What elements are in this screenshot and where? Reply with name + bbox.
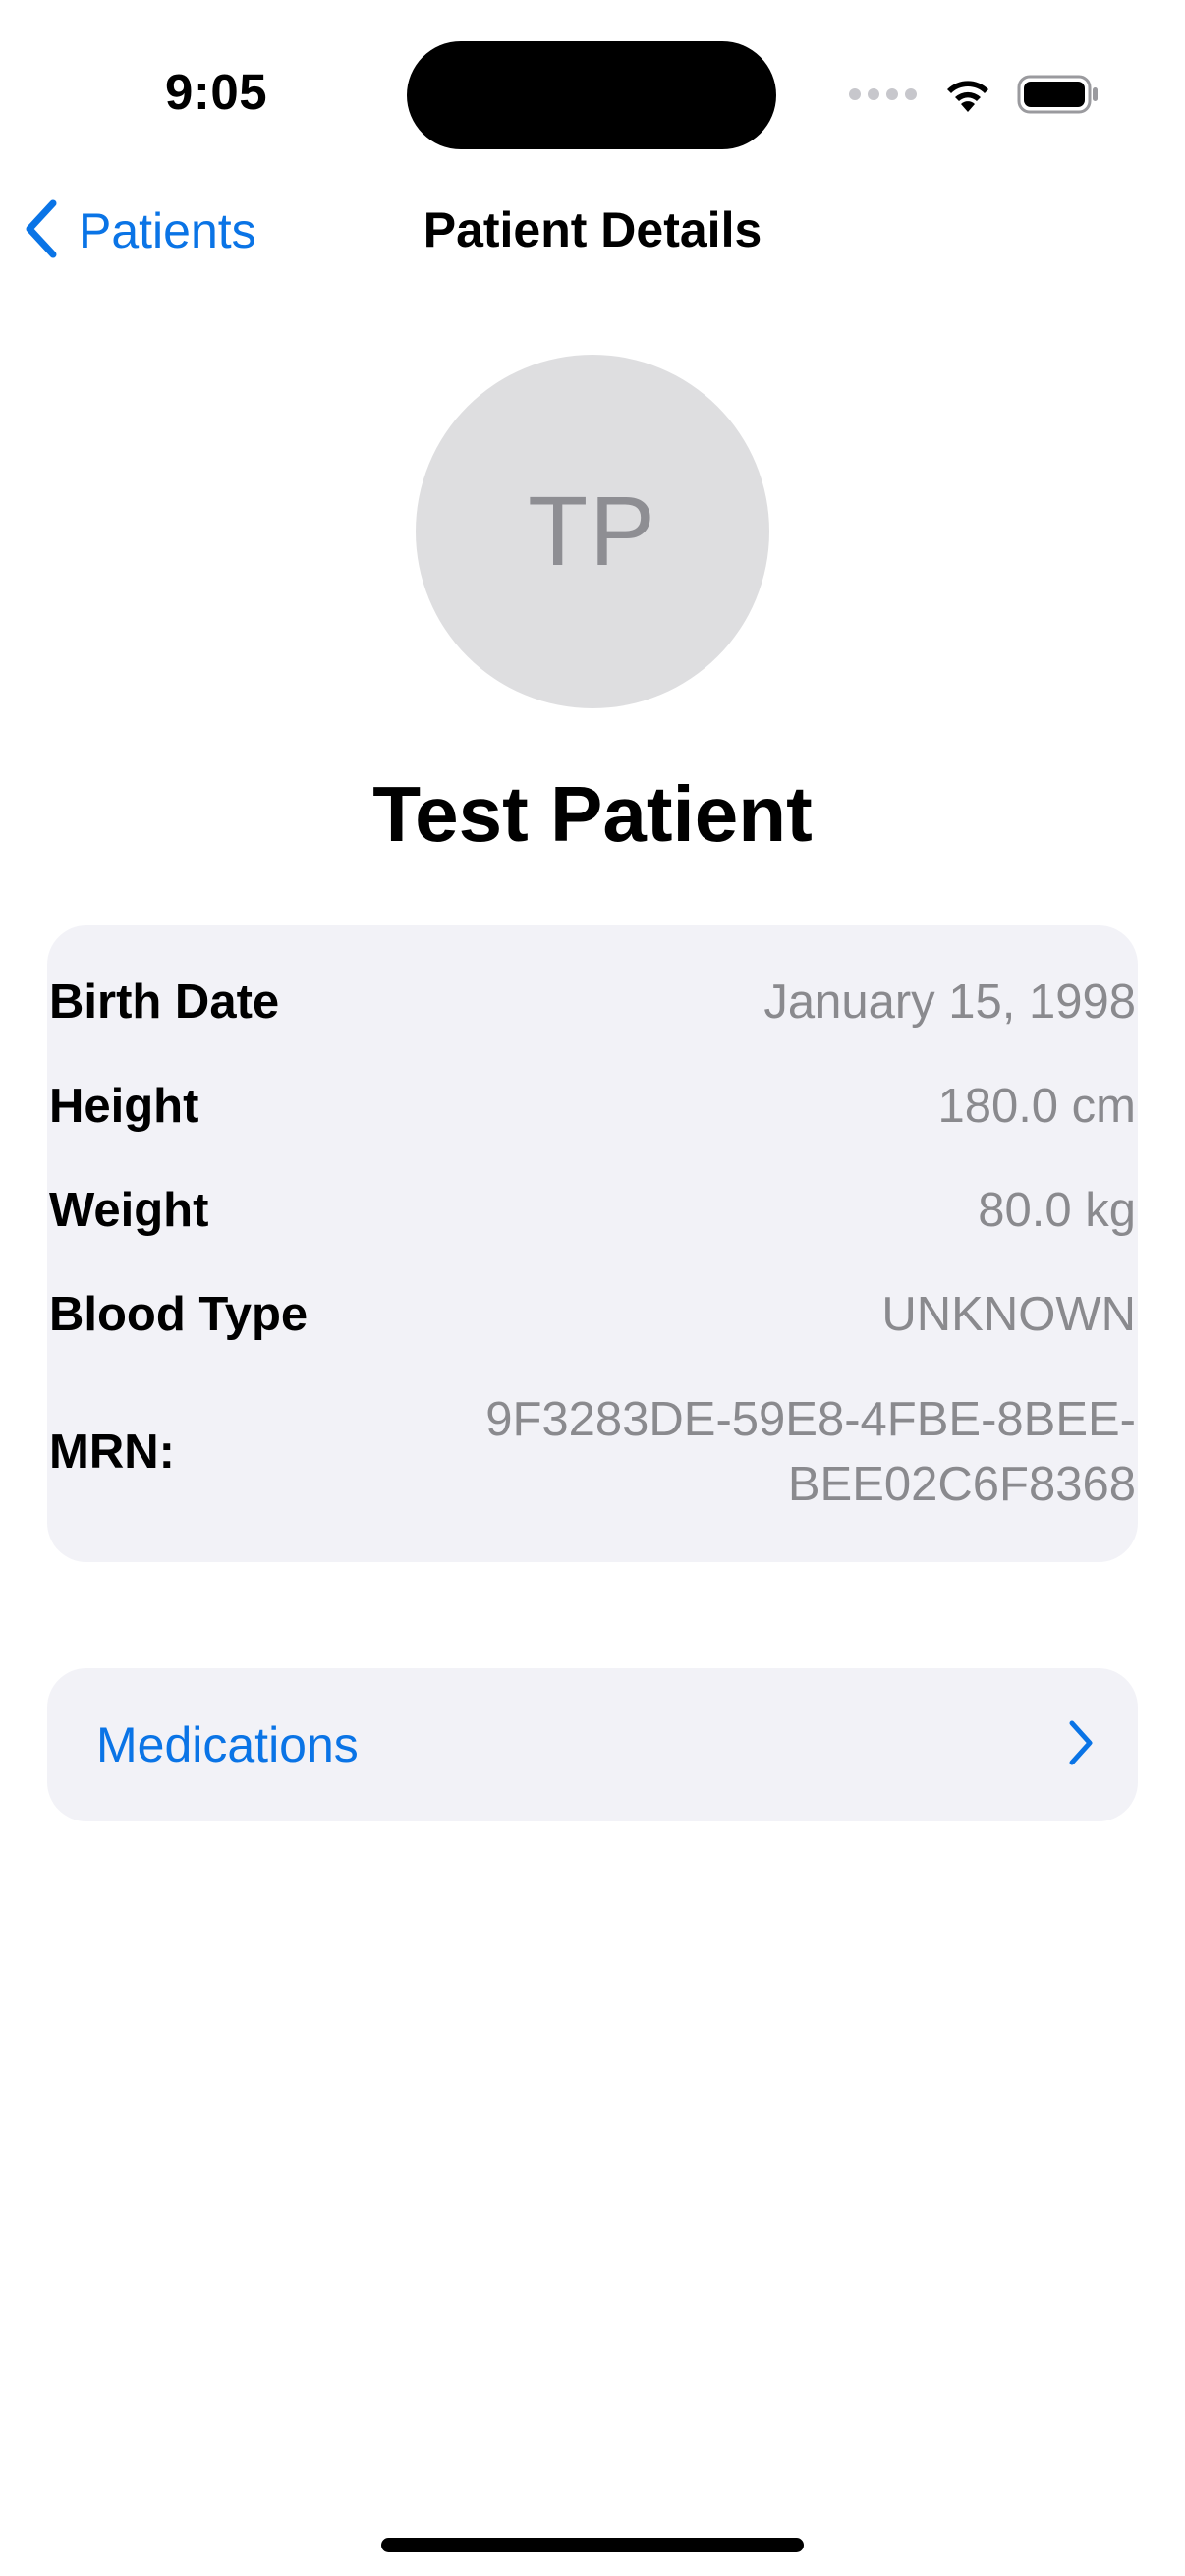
home-indicator[interactable]	[381, 2538, 804, 2552]
height-row: Height 180.0 cm	[49, 1067, 1136, 1146]
chevron-right-icon	[1067, 1719, 1095, 1771]
avatar: TP	[416, 355, 769, 708]
height-value: 180.0 cm	[937, 1080, 1136, 1133]
mrn-value: 9F3283DE-59E8-4FBE-8BEE-BEE02C6F8368	[485, 1393, 1136, 1511]
birth-date-label: Birth Date	[49, 976, 280, 1029]
mrn-row: MRN: 9F3283DE-59E8-4FBE-8BEE-BEE02C6F836…	[49, 1383, 1136, 1521]
weight-value: 80.0 kg	[978, 1184, 1136, 1237]
medications-label: Medications	[96, 1717, 359, 1772]
battery-icon	[1017, 73, 1100, 116]
avatar-initials: TP	[528, 476, 657, 587]
mrn-label: MRN:	[49, 1426, 175, 1479]
weight-row: Weight 80.0 kg	[49, 1171, 1136, 1250]
height-label: Height	[49, 1080, 199, 1133]
status-icons	[849, 73, 1100, 116]
page-title: Patient Details	[423, 202, 762, 257]
dynamic-island	[407, 41, 776, 149]
blood-type-row: Blood Type UNKNOWN	[49, 1275, 1136, 1354]
blood-type-label: Blood Type	[49, 1288, 309, 1341]
weight-label: Weight	[49, 1184, 209, 1237]
birth-date-row: Birth Date January 15, 1998	[49, 963, 1136, 1041]
patient-name: Test Patient	[372, 770, 813, 858]
medications-button[interactable]: Medications	[47, 1668, 1138, 1821]
birth-date-value: January 15, 1998	[763, 976, 1136, 1029]
status-time: 9:05	[165, 64, 268, 120]
cellular-signal-icon	[849, 88, 917, 100]
blood-type-value: UNKNOWN	[881, 1288, 1136, 1341]
wifi-icon	[942, 75, 993, 114]
